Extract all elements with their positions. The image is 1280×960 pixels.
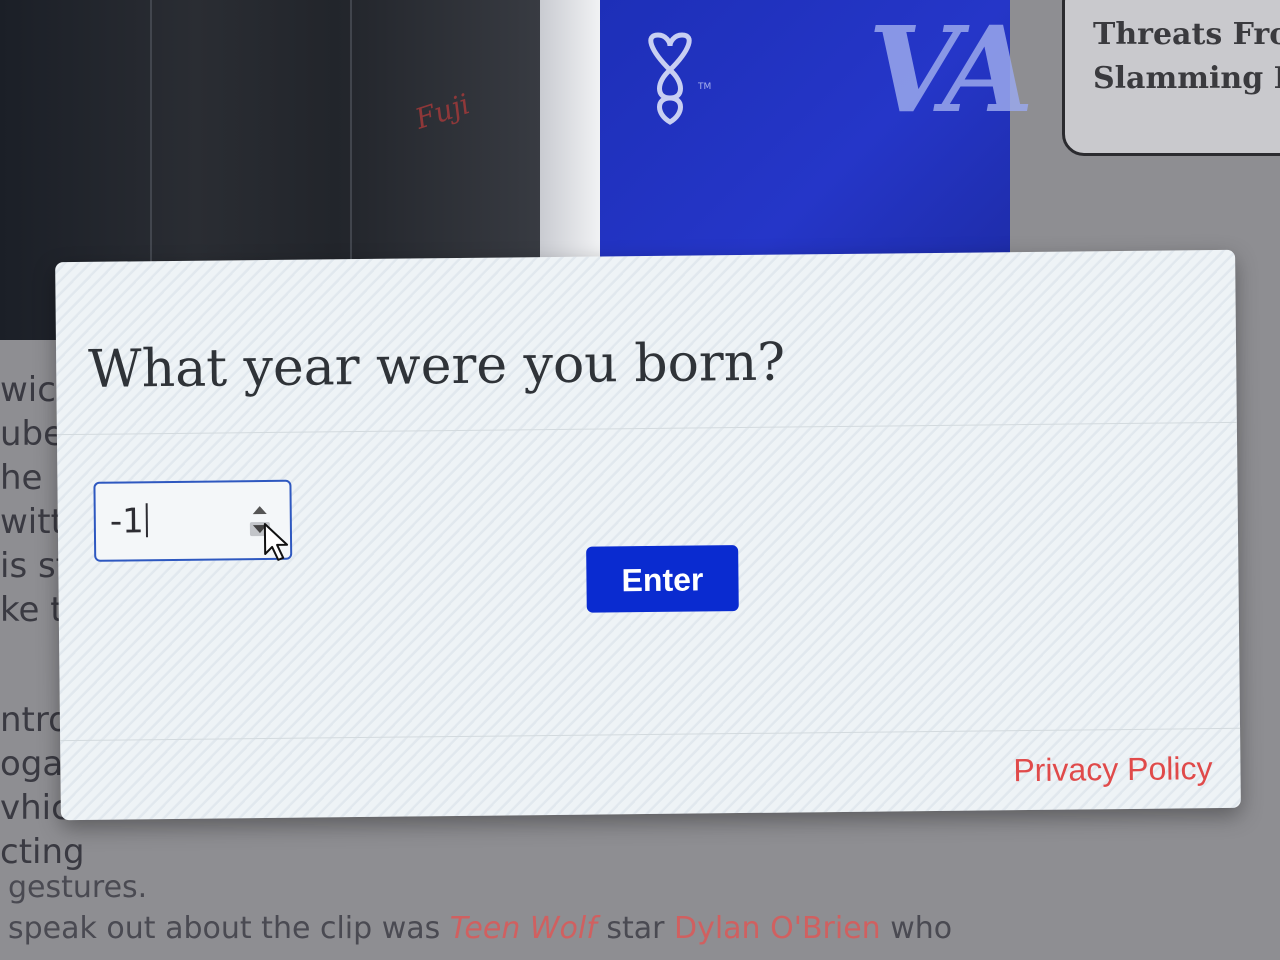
article-fragment: ube: [0, 414, 65, 454]
article-fragment: cting: [0, 832, 85, 872]
article-line: speak out about the clip was Teen Wolf s…: [8, 911, 953, 946]
enter-button[interactable]: Enter: [586, 545, 739, 613]
privacy-policy-link[interactable]: Privacy Policy: [1013, 750, 1213, 789]
trademark-label: TM: [698, 82, 712, 92]
mouse-pointer-icon: [263, 523, 289, 561]
divider: [60, 727, 1241, 742]
birth-year-value: -1: [110, 501, 148, 542]
modal-heading: What year were you born?: [87, 332, 786, 400]
related-article-card[interactable]: Threats From Slamming Lo: [1062, 0, 1280, 156]
spinner-up-icon[interactable]: [252, 505, 267, 515]
heart-infinity-logo-icon: [648, 32, 692, 125]
dylan-obrien-link[interactable]: Dylan O'Brien: [674, 911, 881, 946]
article-line: gestures.: [8, 870, 148, 905]
text-caret: [145, 503, 148, 538]
page: Fuji TM VA Threats From Slamming Lo wic …: [0, 0, 1280, 960]
article-fragment: he: [0, 458, 43, 498]
divider: [56, 421, 1237, 436]
teen-wolf-link[interactable]: Teen Wolf: [450, 911, 597, 946]
age-verification-modal: What year were you born? -1 Enter Privac…: [55, 249, 1241, 821]
related-article-title: Threats From Slamming Lo: [1093, 17, 1280, 96]
jacket-letters: VA: [868, 0, 1034, 139]
article-paragraph: gestures. speak out about the clip was T…: [8, 870, 952, 946]
article-fragment: witt: [0, 502, 64, 542]
article-fragment: wic: [0, 370, 56, 410]
